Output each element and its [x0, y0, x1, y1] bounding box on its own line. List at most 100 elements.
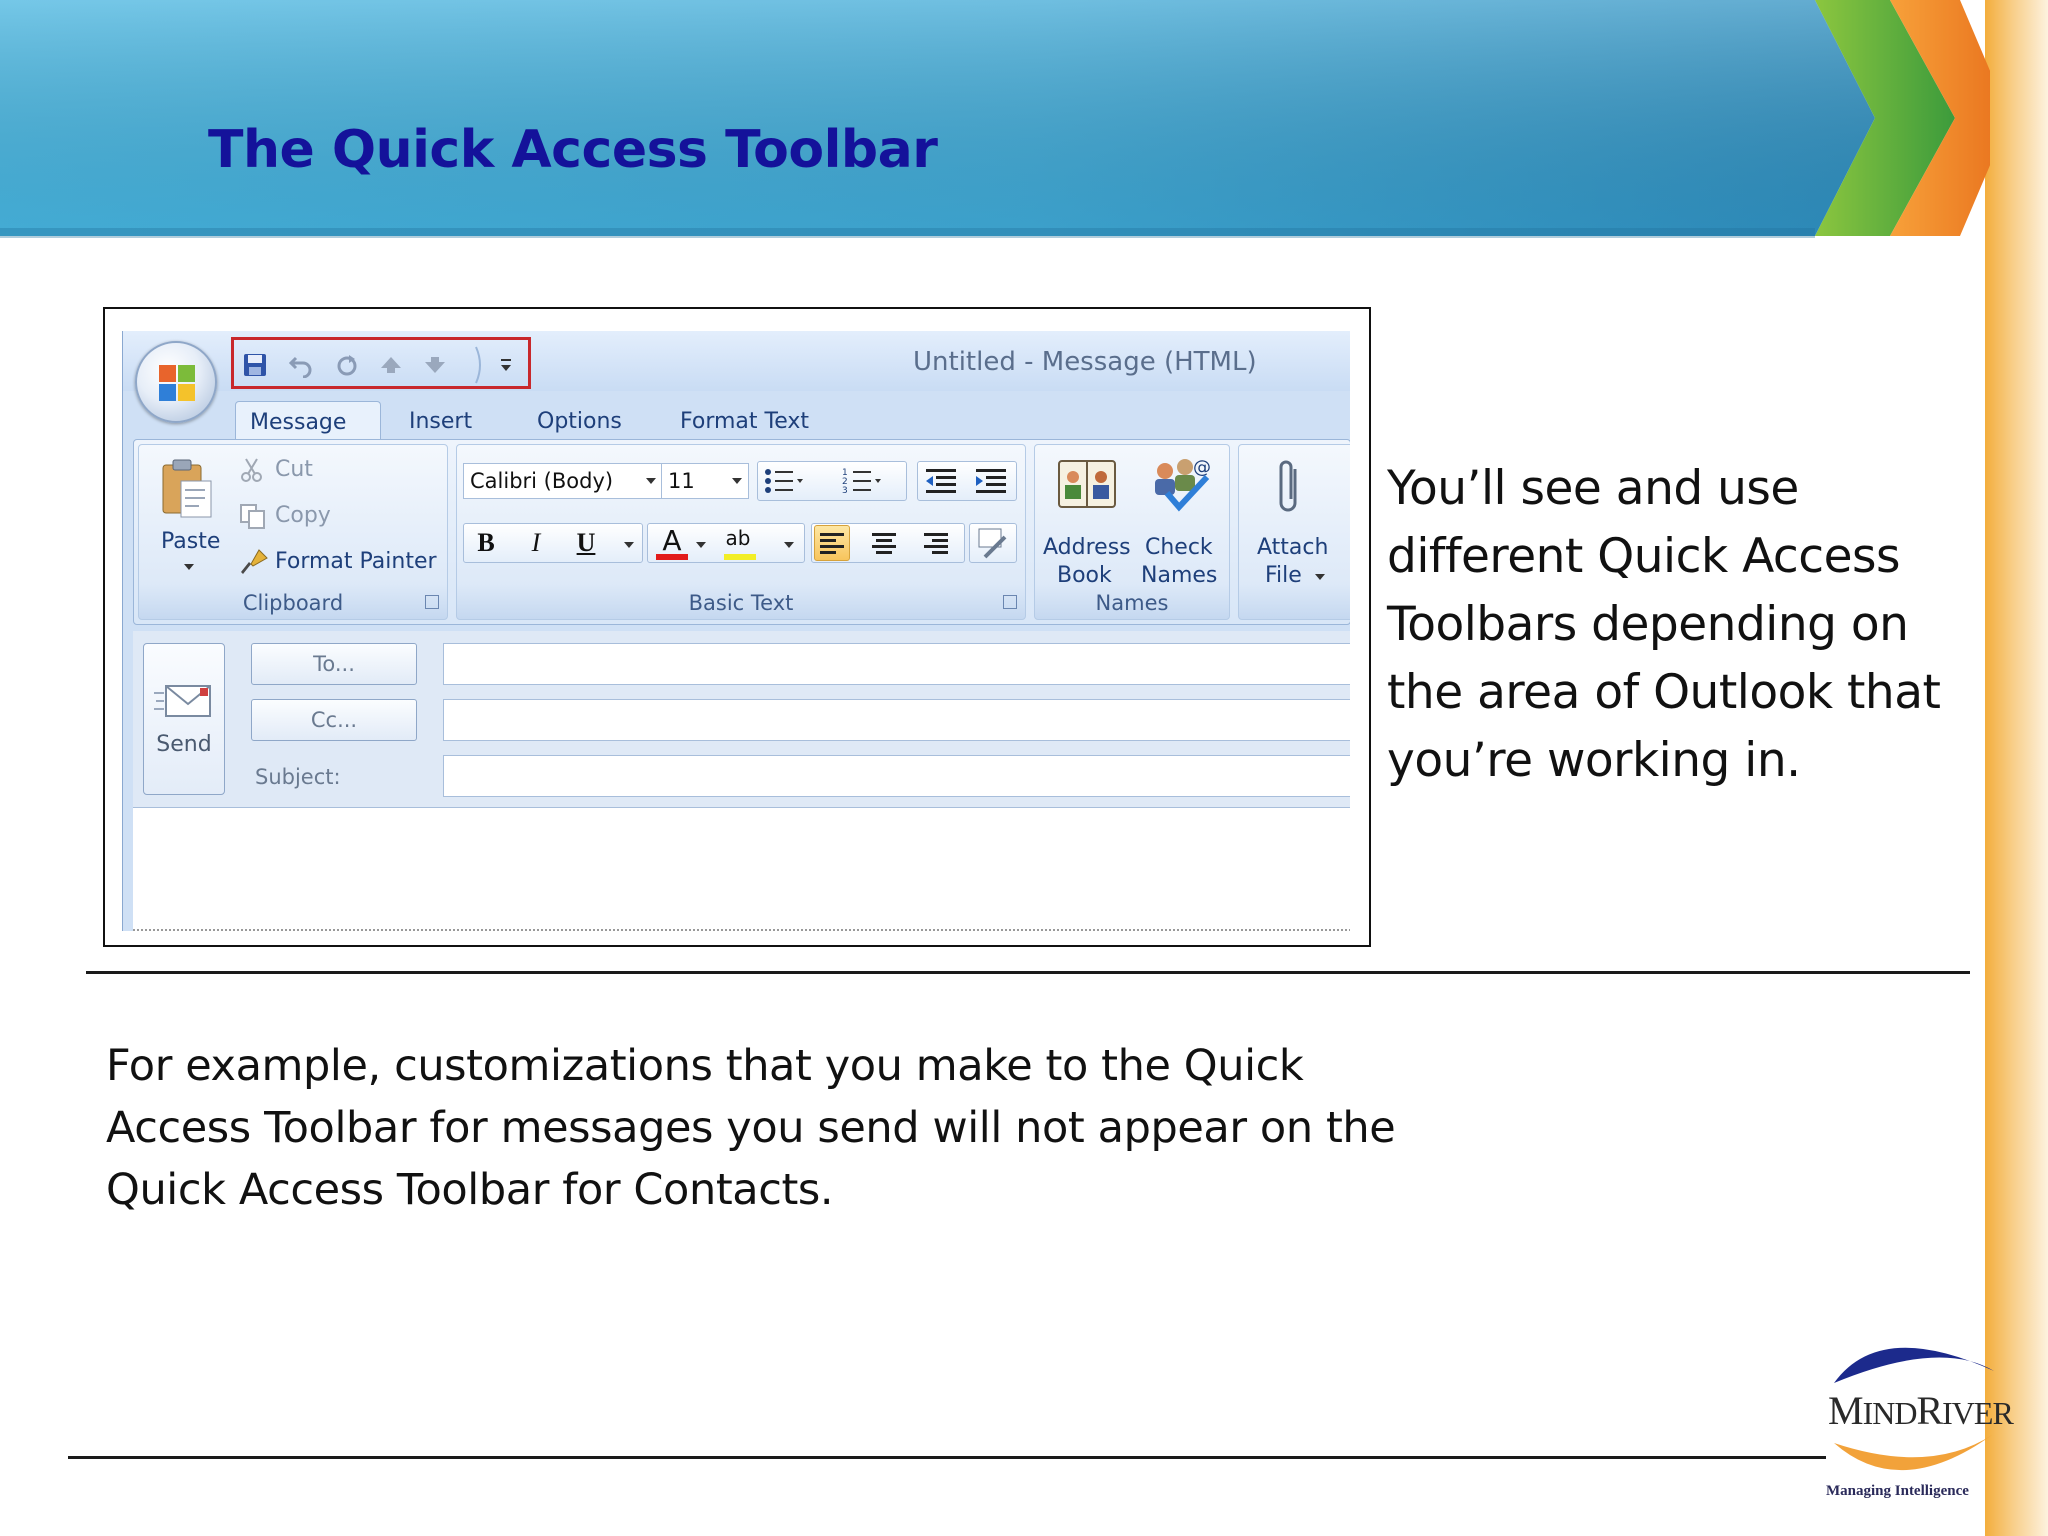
clipboard-dialog-launcher[interactable]: [425, 595, 439, 609]
to-input[interactable]: [443, 643, 1350, 685]
align-center-button[interactable]: [866, 525, 902, 561]
basic-text-group: Calibri (Body) 11 123 B I U A ab Basic T…: [456, 444, 1026, 620]
address-book-icon: [1058, 460, 1116, 508]
align-right-icon: [924, 533, 948, 554]
font-name-value: Calibri (Body): [470, 469, 614, 493]
paste-icon: [162, 459, 212, 518]
paste-label: Paste: [161, 529, 221, 554]
qat-separator: [472, 346, 486, 384]
check-names-label-1: Check: [1145, 535, 1213, 560]
paste-button[interactable]: Paste: [147, 451, 227, 581]
tab-format-text[interactable]: Format Text: [666, 401, 823, 441]
decrease-indent-icon[interactable]: [924, 466, 958, 496]
subject-label: Subject:: [255, 765, 341, 789]
next-item-icon[interactable]: [420, 350, 450, 380]
subject-input[interactable]: [443, 755, 1350, 797]
clear-formatting-box: [969, 523, 1017, 563]
check-names-icon: @: [1155, 457, 1211, 512]
basic-text-dialog-launcher[interactable]: [1003, 595, 1017, 609]
right-accent-stripe: [1985, 0, 2048, 1536]
copy-label: Copy: [275, 503, 331, 528]
numbering-icon[interactable]: 123: [842, 466, 882, 496]
outlook-screenshot: Untitled - Message (HTML) Message Insert…: [103, 307, 1371, 947]
names-group: Address Book @ Check Names Names: [1034, 444, 1230, 620]
send-button[interactable]: Send: [143, 643, 225, 795]
logo-word-iver: IVER: [1942, 1395, 2014, 1431]
side-description: You’ll see and use different Quick Acces…: [1387, 461, 1941, 788]
svg-text:3: 3: [842, 486, 848, 496]
increase-indent-icon[interactable]: [974, 466, 1008, 496]
attach-file-label-2: File: [1265, 563, 1302, 588]
divider-top: [86, 971, 1970, 974]
paintbrush-icon: [241, 549, 268, 574]
bold-button[interactable]: B: [468, 525, 504, 561]
message-header: Send To... Cc... Subject:: [133, 631, 1350, 931]
scissors-icon: [241, 458, 262, 482]
clear-formatting-icon[interactable]: [975, 527, 1011, 559]
tab-options[interactable]: Options: [523, 401, 636, 441]
office-button[interactable]: [135, 341, 217, 423]
chevron-down-icon: [696, 542, 706, 548]
highlight-swatch: [724, 554, 756, 560]
to-button[interactable]: To...: [251, 643, 417, 685]
cc-button[interactable]: Cc...: [251, 699, 417, 741]
attach-file-label-1: Attach: [1257, 535, 1329, 560]
divider-bottom: [68, 1456, 1826, 1459]
highlight-button[interactable]: ab: [720, 520, 756, 556]
customize-qat-icon[interactable]: [494, 350, 518, 380]
paperclip-icon: [1279, 460, 1297, 512]
message-body[interactable]: [133, 807, 1350, 931]
bullets-icon[interactable]: [764, 466, 804, 496]
alignment-buttons: [811, 523, 965, 563]
bottom-description: For example, customizations that you mak…: [106, 1041, 1396, 1215]
address-book-button[interactable]: Address Book: [1041, 451, 1131, 591]
logo-tagline: Managing Intelligence: [1826, 1483, 1969, 1499]
names-group-label: Names: [1095, 591, 1169, 615]
tab-message[interactable]: Message: [235, 401, 381, 441]
indent-buttons: [917, 461, 1017, 501]
font-style-buttons: B I U: [463, 523, 643, 563]
copy-button[interactable]: Copy: [239, 501, 359, 535]
font-size-value: 11: [668, 469, 695, 493]
window-title: Untitled - Message (HTML): [913, 347, 1257, 377]
redo-icon[interactable]: [332, 350, 362, 380]
format-painter-label: Format Painter: [275, 549, 437, 574]
underline-button[interactable]: U: [568, 525, 604, 561]
logo-word-ind: IND: [1862, 1395, 1918, 1431]
include-group: Attach File: [1238, 444, 1350, 620]
check-names-button[interactable]: @ Check Names: [1137, 451, 1227, 591]
office-logo-icon: [159, 365, 195, 401]
logo-wordmark: MINDRIVER: [1828, 1387, 2014, 1434]
ribbon-tabs: Message Insert Options Format Text: [123, 391, 1350, 441]
clipboard-group-label: Clipboard: [242, 591, 344, 615]
cc-input[interactable]: [443, 699, 1350, 741]
basic-text-group-label: Basic Text: [688, 591, 794, 615]
address-book-label-2: Book: [1057, 563, 1112, 588]
quick-access-toolbar: [231, 337, 531, 389]
align-left-button[interactable]: [814, 525, 850, 561]
previous-item-icon[interactable]: [376, 350, 406, 380]
font-color-button[interactable]: A: [654, 522, 690, 558]
align-center-icon: [872, 533, 896, 554]
send-label: Send: [156, 732, 212, 757]
cut-button[interactable]: Cut: [239, 455, 359, 489]
ribbon: Paste Cut Copy Format Painter Clipboard: [133, 439, 1350, 625]
attach-file-button[interactable]: Attach File: [1245, 451, 1335, 591]
format-painter-button[interactable]: Format Painter: [239, 547, 444, 581]
font-name-combo[interactable]: Calibri (Body): [463, 463, 663, 499]
chevron-down-icon: [184, 564, 194, 570]
slide-title: The Quick Access Toolbar: [208, 120, 938, 180]
italic-button[interactable]: I: [518, 525, 554, 561]
clipboard-group: Paste Cut Copy Format Painter Clipboard: [138, 444, 448, 620]
font-size-combo[interactable]: 11: [661, 463, 749, 499]
svg-text:@: @: [1193, 457, 1211, 478]
tab-insert[interactable]: Insert: [395, 401, 486, 441]
chevron-down-icon: [732, 478, 742, 484]
logo-word-m: M: [1828, 1388, 1864, 1433]
title-bar: Untitled - Message (HTML): [123, 331, 1350, 391]
align-left-icon: [820, 533, 844, 554]
save-icon[interactable]: [240, 350, 270, 380]
align-right-button[interactable]: [918, 525, 954, 561]
color-buttons: A ab: [647, 523, 805, 563]
undo-icon[interactable]: [286, 350, 316, 380]
